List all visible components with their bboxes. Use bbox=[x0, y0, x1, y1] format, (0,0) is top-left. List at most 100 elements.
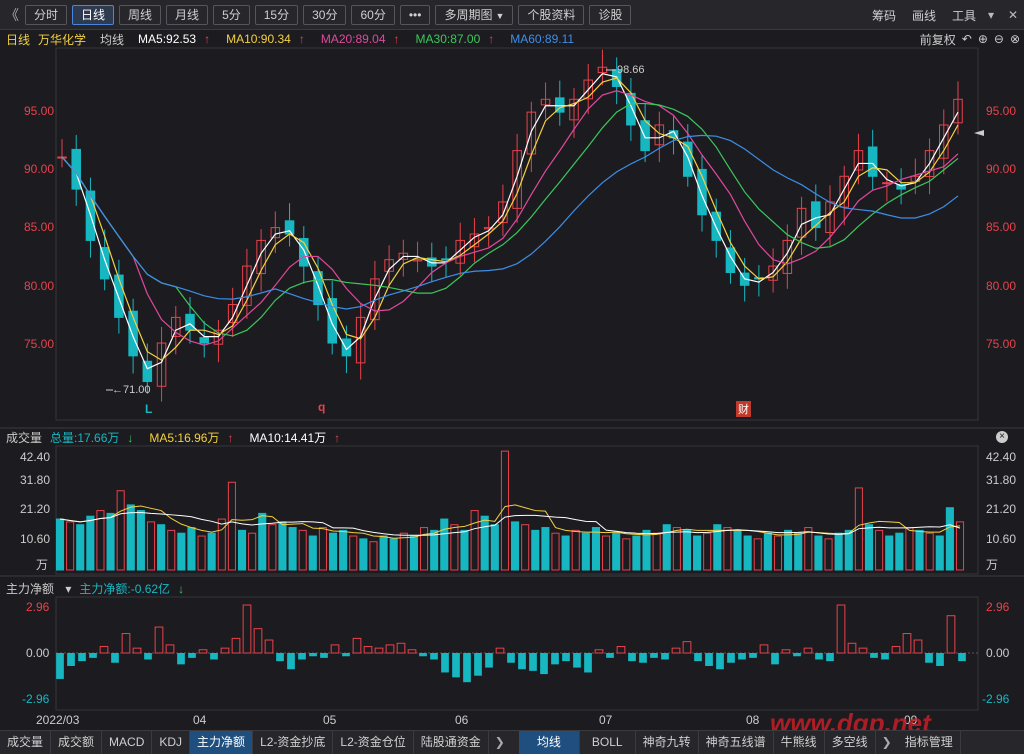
tab-long-short[interactable]: 多空线 bbox=[825, 731, 876, 754]
flow-bar bbox=[441, 653, 449, 673]
flow-bar bbox=[67, 653, 75, 666]
volume-bar bbox=[187, 527, 196, 571]
flow-bar bbox=[891, 646, 901, 654]
tab-macd[interactable]: MACD bbox=[102, 731, 153, 754]
flow-bar bbox=[573, 653, 581, 668]
chevron-right-icon[interactable]: ❯ bbox=[876, 731, 898, 754]
tab-kdj[interactable]: KDJ bbox=[152, 731, 191, 754]
chart-canvas[interactable] bbox=[0, 0, 1024, 754]
y-tick-label: 75.00 bbox=[24, 337, 55, 351]
flow-bar bbox=[276, 653, 284, 662]
tab-l2-bottom[interactable]: L2-资金抄底 bbox=[253, 731, 334, 754]
y-tick-label: 80.00 bbox=[24, 279, 55, 293]
volume-bar bbox=[824, 538, 833, 571]
flow-bar bbox=[463, 653, 471, 683]
x-tick-label: 05 bbox=[323, 713, 337, 727]
flow-bar bbox=[242, 604, 252, 654]
volume-bar bbox=[339, 529, 348, 571]
earnings-marker[interactable]: 财 bbox=[736, 401, 751, 417]
volume-bar bbox=[864, 524, 874, 571]
volume-bar bbox=[885, 535, 894, 571]
tab-bull-bear[interactable]: 牛熊线 bbox=[774, 731, 825, 754]
volume-bar bbox=[399, 532, 408, 571]
tab-td9[interactable]: 神奇九转 bbox=[636, 731, 699, 754]
volume-bar bbox=[136, 510, 145, 571]
volume-title: 成交量 bbox=[6, 430, 43, 445]
volume-bar bbox=[672, 527, 681, 571]
flow-bar bbox=[474, 653, 482, 676]
volume-bar bbox=[591, 527, 600, 571]
flow-bar bbox=[815, 653, 823, 660]
flow-bar bbox=[858, 647, 868, 654]
flow-bar bbox=[936, 653, 944, 666]
flow-y-tick: -2.96 bbox=[982, 692, 1010, 706]
volume-bar bbox=[723, 527, 732, 571]
flow-title[interactable]: 主力净额 ▾ bbox=[6, 580, 71, 597]
x-tick-label: 08 bbox=[746, 713, 760, 727]
flow-bar bbox=[309, 653, 317, 657]
candle-body bbox=[142, 360, 153, 383]
volume-bar bbox=[642, 529, 651, 571]
volume-bar bbox=[682, 529, 692, 571]
volume-bar bbox=[177, 532, 186, 571]
flow-bar bbox=[342, 653, 350, 657]
volume-bar bbox=[945, 507, 954, 571]
volume-unit: 万 bbox=[36, 558, 49, 572]
indicator-tabs: 成交量 成交额 MACD KDJ 主力净额 L2-资金抄底 L2-资金仓位 陆股… bbox=[0, 730, 1024, 754]
volume-bar bbox=[197, 535, 206, 571]
volume-ma10: MA10:14.41万 ↑ bbox=[249, 430, 341, 445]
volume-bar bbox=[561, 535, 570, 571]
flow-bar bbox=[330, 644, 340, 654]
flow-bar bbox=[759, 644, 769, 654]
tab-northbound[interactable]: 陆股通资金 bbox=[414, 731, 489, 754]
tab-five-lines[interactable]: 神奇五线谱 bbox=[699, 731, 774, 754]
volume-bar bbox=[278, 521, 287, 571]
volume-bar bbox=[480, 515, 489, 571]
flow-bar bbox=[121, 633, 131, 654]
volume-bar bbox=[915, 529, 924, 571]
tab-l2-position[interactable]: L2-资金仓位 bbox=[333, 731, 414, 754]
volume-bar bbox=[925, 532, 934, 571]
close-icon[interactable]: × bbox=[996, 431, 1008, 443]
volume-bar bbox=[753, 538, 762, 571]
tab-turnover[interactable]: 成交额 bbox=[51, 731, 103, 754]
volume-y-tick: 42.40 bbox=[20, 450, 51, 464]
flow-bar bbox=[606, 653, 614, 658]
tab-main-flow[interactable]: 主力净额 bbox=[190, 731, 254, 754]
flow-bar bbox=[870, 653, 878, 658]
volume-bar bbox=[207, 532, 216, 571]
flow-legend: 主力净额 ▾ 主力净额:-0.62亿 ↓ bbox=[0, 580, 1024, 596]
volume-bar bbox=[55, 518, 65, 571]
event-marker[interactable]: q bbox=[318, 400, 325, 414]
flow-bar bbox=[826, 653, 834, 662]
event-marker[interactable]: L bbox=[145, 402, 152, 416]
tab-volume[interactable]: 成交量 bbox=[0, 731, 52, 754]
chevron-right-icon[interactable]: ❯ bbox=[489, 731, 511, 754]
tab-boll[interactable]: BOLL bbox=[580, 731, 636, 754]
volume-bar bbox=[773, 535, 783, 571]
flow-bar bbox=[287, 653, 295, 670]
flow-y-tick: 0.00 bbox=[986, 646, 1010, 660]
flow-value: 主力净额:-0.62亿 ↓ bbox=[79, 581, 185, 596]
volume-bar bbox=[784, 529, 793, 571]
volume-bar bbox=[349, 535, 358, 571]
y-tick-label: 95.00 bbox=[986, 104, 1017, 118]
volume-y-tick: 10.60 bbox=[986, 532, 1017, 546]
volume-bar bbox=[490, 524, 499, 571]
flow-bar bbox=[650, 653, 658, 658]
ma30-line bbox=[61, 102, 959, 337]
volume-bar bbox=[440, 518, 449, 571]
flow-bar bbox=[154, 626, 164, 654]
volume-bar bbox=[379, 535, 388, 571]
volume-bar bbox=[409, 535, 418, 571]
flow-bar bbox=[385, 644, 395, 654]
volume-bar bbox=[76, 524, 85, 571]
flow-bar bbox=[562, 653, 570, 662]
volume-bar bbox=[460, 529, 469, 571]
volume-bar bbox=[935, 535, 944, 571]
tab-ma[interactable]: 均线 bbox=[518, 731, 580, 754]
indicator-manage-button[interactable]: 指标管理 bbox=[898, 731, 961, 754]
volume-bar bbox=[328, 532, 338, 571]
volume-bar bbox=[318, 527, 327, 571]
volume-bar bbox=[551, 532, 560, 571]
